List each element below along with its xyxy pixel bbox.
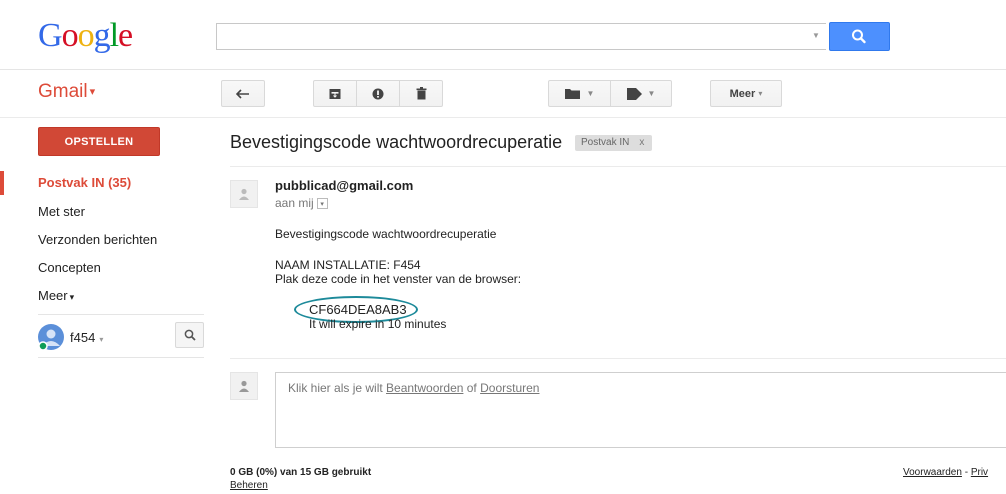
privacy-link[interactable]: Priv — [971, 467, 988, 478]
recipient-text: aan mij — [275, 196, 314, 210]
recovery-code: CF664DEA8AB3 — [309, 302, 407, 317]
subject-divider — [230, 166, 1006, 167]
trash-icon — [416, 87, 426, 100]
back-button[interactable] — [221, 80, 265, 107]
search-icon — [184, 329, 196, 341]
body-line: Bevestigingscode wachtwoordrecuperatie — [275, 227, 497, 241]
logo-letter: l — [109, 17, 120, 54]
person-icon — [239, 188, 249, 200]
chevron-down-icon: ▾ — [99, 335, 104, 344]
body-line: NAAM INSTALLATIE: F454 — [275, 258, 421, 272]
sidebar-item-inbox[interactable]: Postvak IN (35) — [38, 174, 131, 192]
person-icon — [239, 380, 249, 392]
logo-letter: o — [77, 17, 95, 54]
label-tag-icon — [626, 87, 642, 100]
report-spam-button[interactable] — [356, 80, 400, 107]
more-button-label: Meer — [729, 87, 756, 100]
search-options-caret[interactable]: ▼ — [812, 31, 820, 40]
message-subject: Bevestigingscode wachtwoordrecuperatie — [230, 132, 563, 152]
app-name: Gmail — [38, 81, 88, 103]
online-status-icon — [38, 341, 48, 351]
header-divider — [0, 69, 1006, 70]
more-button[interactable]: Meer ▾ — [710, 80, 782, 107]
search-icon — [852, 29, 866, 44]
sidebar-divider — [38, 357, 204, 358]
message-divider — [230, 358, 1006, 359]
chevron-down-icon: ▾ — [758, 89, 763, 98]
compose-button[interactable]: OPSTELLEN — [38, 127, 160, 156]
sender-avatar — [230, 180, 258, 208]
recipient-line: aan mij ▾ — [275, 196, 328, 210]
google-logo[interactable]: Google — [38, 14, 133, 58]
show-details-icon[interactable]: ▾ — [316, 198, 328, 210]
user-name: f454 — [70, 330, 96, 345]
user-avatar-icon — [38, 324, 64, 351]
sidebar-item-more[interactable]: Meer ▾ — [38, 287, 74, 306]
chevron-down-icon: ▼ — [586, 89, 595, 98]
search-button[interactable] — [829, 22, 890, 51]
body-line: Plak deze code in het venster van de bro… — [275, 272, 522, 286]
avatar[interactable] — [38, 324, 64, 351]
archive-button[interactable] — [313, 80, 357, 107]
sidebar-item-label: Meer — [38, 288, 68, 303]
logo-letter: G — [38, 17, 63, 54]
storage-quota: 0 GB (0%) van 15 GB gebruikt — [230, 467, 372, 478]
move-to-button[interactable]: ▼ — [548, 80, 611, 107]
folder-icon — [564, 88, 580, 99]
sidebar-item-drafts[interactable]: Concepten — [38, 259, 101, 277]
reply-prompt-text: of — [463, 381, 481, 395]
logo-letter: e — [118, 17, 133, 54]
terms-link[interactable]: Voorwaarden — [903, 467, 962, 478]
reply-prompt: Klik hier als je wilt Beantwoorden of Do… — [288, 381, 539, 395]
people-search-button[interactable] — [175, 322, 204, 348]
labels-button[interactable]: ▼ — [610, 80, 672, 107]
gmail-app-switcher[interactable]: Gmail ▾ — [38, 80, 95, 104]
delete-button[interactable] — [399, 80, 443, 107]
archive-icon — [329, 88, 341, 99]
logo-letter: o — [61, 17, 79, 54]
sidebar-divider — [38, 314, 204, 315]
active-nav-indicator — [0, 171, 4, 195]
chevron-down-icon: ▾ — [69, 292, 75, 302]
logo-letter: g — [93, 17, 111, 54]
reply-prompt-text: Klik hier als je wilt — [288, 381, 387, 395]
label-chip-inbox[interactable]: Postvak IN x — [575, 135, 653, 151]
label-chip-text: Postvak IN — [581, 137, 630, 148]
search-input[interactable] — [216, 23, 826, 50]
my-avatar — [230, 372, 258, 400]
toolbar-divider — [0, 117, 1006, 118]
user-account-menu[interactable]: f454 ▾ — [70, 330, 103, 345]
reply-icon — [236, 88, 249, 99]
reply-link[interactable]: Beantwoorden — [386, 381, 463, 395]
sidebar-item-sent[interactable]: Verzonden berichten — [38, 231, 157, 249]
manage-storage-link[interactable]: Beheren — [230, 480, 268, 491]
footer-separator: - — [961, 467, 971, 478]
sidebar-item-starred[interactable]: Met ster — [38, 203, 85, 221]
footer-links: Voorwaarden - Priv — [903, 467, 988, 478]
forward-link[interactable]: Doorsturen — [480, 381, 539, 395]
report-spam-icon — [372, 88, 384, 99]
expiry-note: It will expire in 10 minutes — [309, 317, 447, 331]
chevron-down-icon: ▾ — [89, 86, 96, 98]
chevron-down-icon: ▼ — [647, 89, 656, 98]
remove-label-icon[interactable]: x — [639, 137, 644, 148]
sender-email[interactable]: pubblicad@gmail.com — [275, 178, 413, 193]
